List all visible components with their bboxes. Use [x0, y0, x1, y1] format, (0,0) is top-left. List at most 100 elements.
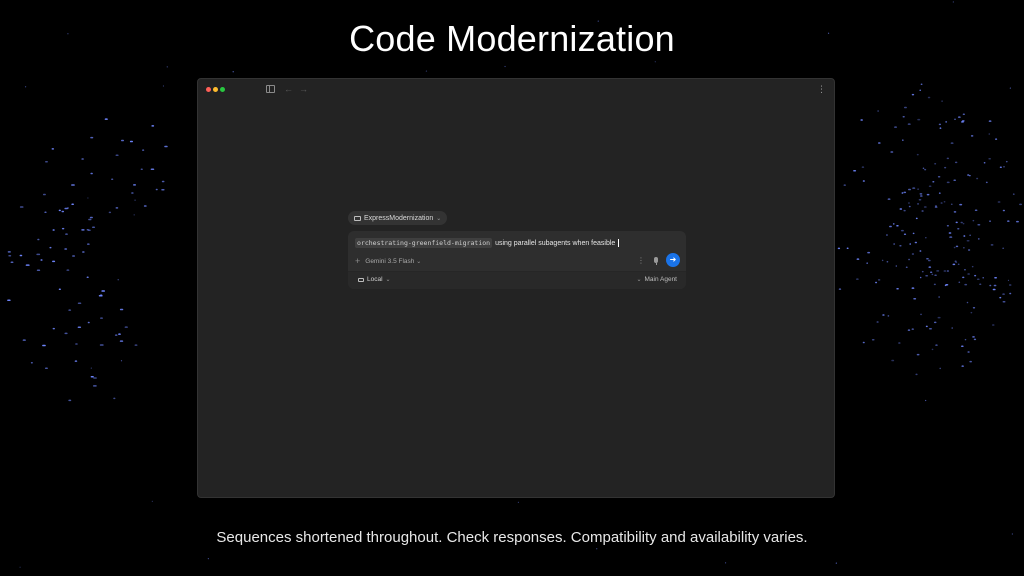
star-dot: [74, 360, 78, 362]
back-arrow-icon[interactable]: ←: [284, 84, 293, 94]
star-dot: [902, 115, 905, 118]
star-dot: [66, 269, 70, 271]
star-dot: [100, 317, 103, 319]
microphone-icon[interactable]: [654, 257, 658, 265]
star-dot: [972, 219, 975, 222]
star-dot: [90, 172, 93, 175]
window-more-menu-icon[interactable]: ⋮: [817, 84, 826, 94]
star-dot: [992, 324, 995, 326]
star-dot: [877, 142, 881, 144]
star-dot: [964, 269, 966, 271]
star-dot: [115, 154, 119, 157]
star-dot: [162, 85, 165, 87]
star-dot: [961, 365, 964, 367]
star-dot: [908, 188, 911, 191]
prompt-text: using parallel subagents when feasible: [495, 239, 616, 247]
star-dot: [61, 227, 65, 230]
star-dot: [962, 113, 965, 116]
maximize-window-button[interactable]: [220, 87, 225, 92]
disclaimer-text: Sequences shortened throughout. Check re…: [216, 529, 808, 546]
star-dot: [905, 266, 908, 269]
star-dot: [922, 167, 925, 169]
star-dot: [25, 264, 30, 266]
model-selector[interactable]: Gemini 3.5 Flash ⌄: [365, 258, 421, 265]
star-dot: [887, 198, 891, 200]
star-dot: [90, 376, 94, 378]
star-dot: [957, 263, 960, 265]
star-dot: [957, 116, 961, 118]
star-dot: [899, 208, 903, 210]
agent-selector[interactable]: ⌄ Main Agent: [636, 276, 677, 283]
star-dot: [918, 198, 922, 201]
star-dot: [914, 241, 918, 244]
star-dot: [916, 153, 919, 156]
prompt-box: orchestrating-greenfield-migration using…: [348, 231, 686, 289]
laptop-icon: [358, 277, 364, 282]
star-dot: [77, 302, 82, 304]
star-dot: [902, 139, 904, 141]
star-dot: [921, 210, 924, 212]
star-dot: [899, 245, 902, 247]
slide: Code Modernization ← → ⋮ ExpressModerniz…: [0, 0, 1024, 576]
star-dot: [89, 216, 93, 219]
star-dot: [945, 121, 948, 123]
star-dot: [66, 207, 69, 209]
star-dot: [977, 224, 981, 226]
star-dot: [913, 298, 917, 300]
add-context-icon[interactable]: +: [355, 256, 360, 266]
environment-selector[interactable]: Local ⌄: [358, 276, 391, 283]
star-dot: [896, 288, 899, 290]
star-dot: [943, 270, 947, 272]
star-dot: [931, 348, 934, 351]
sidebar-toggle-icon[interactable]: [266, 85, 275, 93]
send-button[interactable]: ➜: [666, 253, 680, 267]
star-dot: [967, 249, 971, 251]
star-dot: [976, 278, 980, 281]
star-dot: [953, 246, 956, 249]
star-dot: [962, 222, 965, 225]
star-dot: [49, 246, 52, 249]
star-dot: [999, 166, 1002, 168]
star-dot: [724, 562, 727, 564]
star-dot: [970, 311, 973, 314]
star-dot: [912, 232, 915, 235]
window-titlebar: ← → ⋮: [198, 79, 834, 99]
star-dot: [917, 203, 919, 205]
star-dot: [946, 224, 949, 227]
star-dot: [983, 161, 986, 164]
star-dot: [963, 246, 965, 249]
star-dot: [995, 138, 998, 140]
star-dot: [893, 243, 896, 245]
workspace-name: ExpressModernization: [364, 214, 434, 222]
star-dot: [161, 180, 165, 183]
folder-icon: [354, 215, 361, 221]
star-dot: [955, 245, 959, 248]
star-dot: [938, 123, 942, 126]
star-dot: [937, 316, 941, 319]
star-dot: [42, 344, 46, 347]
star-dot: [1005, 160, 1008, 163]
chevron-down-icon: ⌄: [416, 258, 422, 265]
star-dot: [164, 145, 168, 148]
star-dot: [131, 192, 134, 194]
star-dot: [90, 367, 92, 369]
star-dot: [44, 211, 47, 214]
star-dot: [8, 254, 12, 257]
star-dot: [916, 353, 920, 356]
star-dot: [1009, 292, 1012, 295]
star-dot: [994, 277, 997, 279]
prompt-input[interactable]: orchestrating-greenfield-migration using…: [355, 238, 620, 248]
forward-arrow-icon[interactable]: →: [299, 84, 308, 94]
star-dot: [856, 278, 859, 280]
star-dot: [92, 226, 96, 228]
star-dot: [925, 237, 927, 239]
star-dot: [166, 66, 168, 68]
star-dot: [911, 328, 914, 330]
close-window-button[interactable]: [206, 87, 211, 92]
star-dot: [924, 168, 927, 171]
minimize-window-button[interactable]: [213, 87, 218, 92]
more-options-icon[interactable]: ⋮: [637, 256, 645, 265]
workspace-selector[interactable]: ExpressModernization ⌄: [348, 211, 448, 225]
star-dot: [24, 86, 27, 88]
send-arrow-icon: ➜: [669, 255, 677, 264]
